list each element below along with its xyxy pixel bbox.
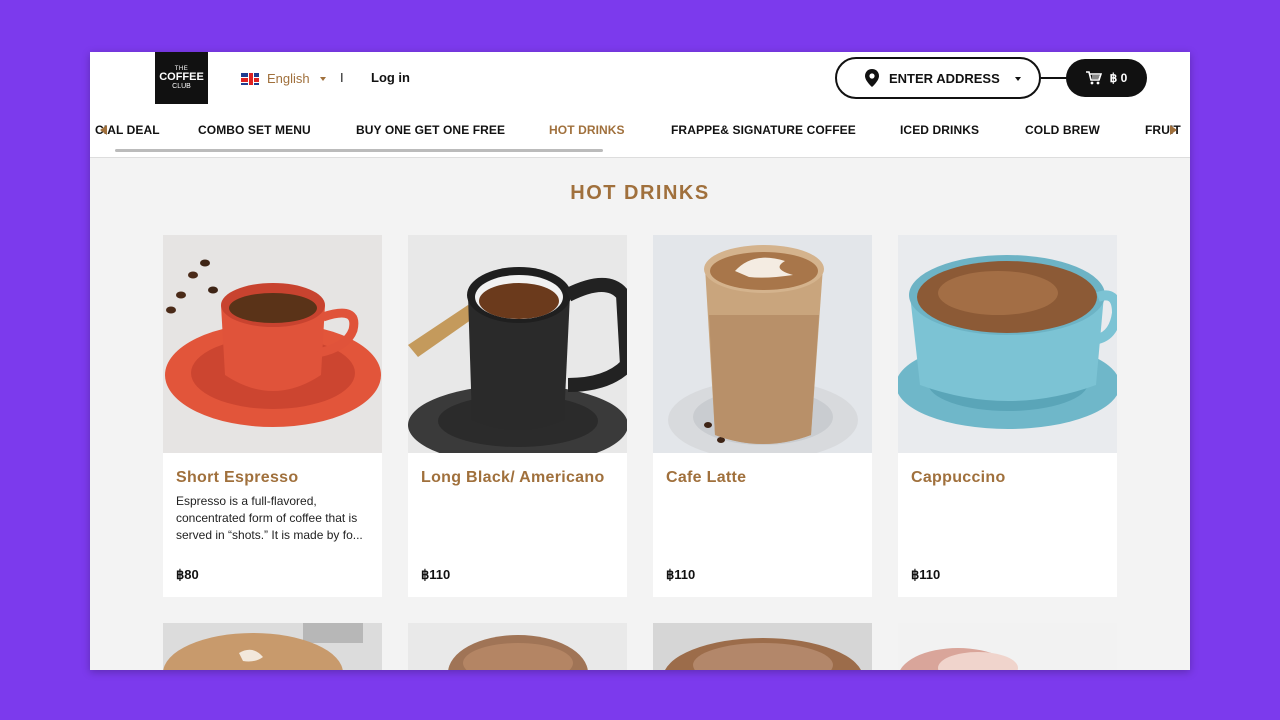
product-name[interactable]: Short Espresso	[176, 469, 369, 487]
product-price: ฿110	[911, 567, 941, 582]
logo-line-2: COFFEE	[159, 71, 204, 83]
section-title: HOT DRINKS	[570, 182, 710, 204]
cart-total: ฿ 0	[1109, 71, 1128, 85]
chevron-down-icon	[1015, 77, 1021, 81]
cart-button[interactable]: ฿ 0	[1066, 59, 1147, 97]
product-name[interactable]: Cafe Latte	[666, 469, 859, 487]
nav-item-frappe-signature[interactable]: FRAPPE& SIGNATURE COFFEE	[671, 123, 856, 137]
connector-line	[1041, 77, 1067, 79]
product-info: Cafe Latte ฿110	[653, 453, 872, 597]
product-card[interactable]: Cafe Latte ฿110	[653, 235, 872, 597]
browser-window: THE COFFEE CLUB English I Log in ENTER A…	[90, 52, 1190, 670]
header-separator: I	[340, 70, 344, 85]
product-name[interactable]: Long Black/ Americano	[421, 469, 614, 487]
cart-icon	[1085, 71, 1102, 85]
product-description: Espresso is a full-flavored, concentrate…	[176, 494, 363, 542]
product-price: ฿80	[176, 567, 199, 582]
chevron-down-icon	[319, 76, 326, 81]
nav-item-iced-drinks[interactable]: ICED DRINKS	[900, 123, 979, 137]
product-card-partial[interactable]	[898, 623, 1117, 670]
product-price: ฿110	[666, 567, 696, 582]
nav-item-hot-drinks[interactable]: HOT DRINKS	[549, 123, 625, 137]
language-selector[interactable]: English	[241, 71, 326, 86]
top-bar: THE COFFEE CLUB English I Log in ENTER A…	[90, 52, 1190, 158]
product-name[interactable]: Cappuccino	[911, 469, 1104, 487]
product-price: ฿110	[421, 567, 451, 582]
product-info: Cappuccino ฿110	[898, 453, 1117, 597]
product-card[interactable]: Cappuccino ฿110	[898, 235, 1117, 597]
product-card[interactable]: Short Espresso Espresso is a full-flavor…	[163, 235, 382, 597]
product-card-partial[interactable]	[653, 623, 872, 670]
enter-address-button[interactable]: ENTER ADDRESS	[835, 57, 1041, 99]
product-image-cafe-latte[interactable]	[653, 235, 872, 453]
nav-item-buy-one-get-one[interactable]: BUY ONE GET ONE FREE	[356, 123, 505, 137]
arrow-left-icon[interactable]	[100, 125, 107, 135]
product-card-partial[interactable]	[163, 623, 382, 670]
product-info: Short Espresso Espresso is a full-flavor…	[163, 453, 382, 597]
product-info: Long Black/ Americano ฿110	[408, 453, 627, 597]
product-image-espresso[interactable]	[163, 235, 382, 453]
coffee-club-logo[interactable]: THE COFFEE CLUB	[155, 52, 208, 104]
uk-flag-icon	[241, 72, 259, 85]
logo-line-3: CLUB	[172, 83, 191, 90]
location-pin-icon	[865, 69, 879, 87]
nav-item-cold-brew[interactable]: COLD BREW	[1025, 123, 1100, 137]
enter-address-label: ENTER ADDRESS	[889, 70, 1000, 86]
product-card-partial[interactable]	[408, 623, 627, 670]
login-link[interactable]: Log in	[371, 70, 410, 85]
nav-scrollbar[interactable]	[115, 149, 603, 152]
nav-item-combo-set-menu[interactable]: COMBO SET MENU	[198, 123, 311, 137]
product-card[interactable]: Long Black/ Americano ฿110	[408, 235, 627, 597]
category-nav: CIAL DEAL COMBO SET MENU BUY ONE GET ONE…	[90, 118, 1190, 142]
product-image-cappuccino[interactable]	[898, 235, 1117, 453]
product-image-long-black[interactable]	[408, 235, 627, 453]
arrow-right-icon[interactable]	[1170, 125, 1177, 135]
language-label: English	[267, 71, 310, 86]
